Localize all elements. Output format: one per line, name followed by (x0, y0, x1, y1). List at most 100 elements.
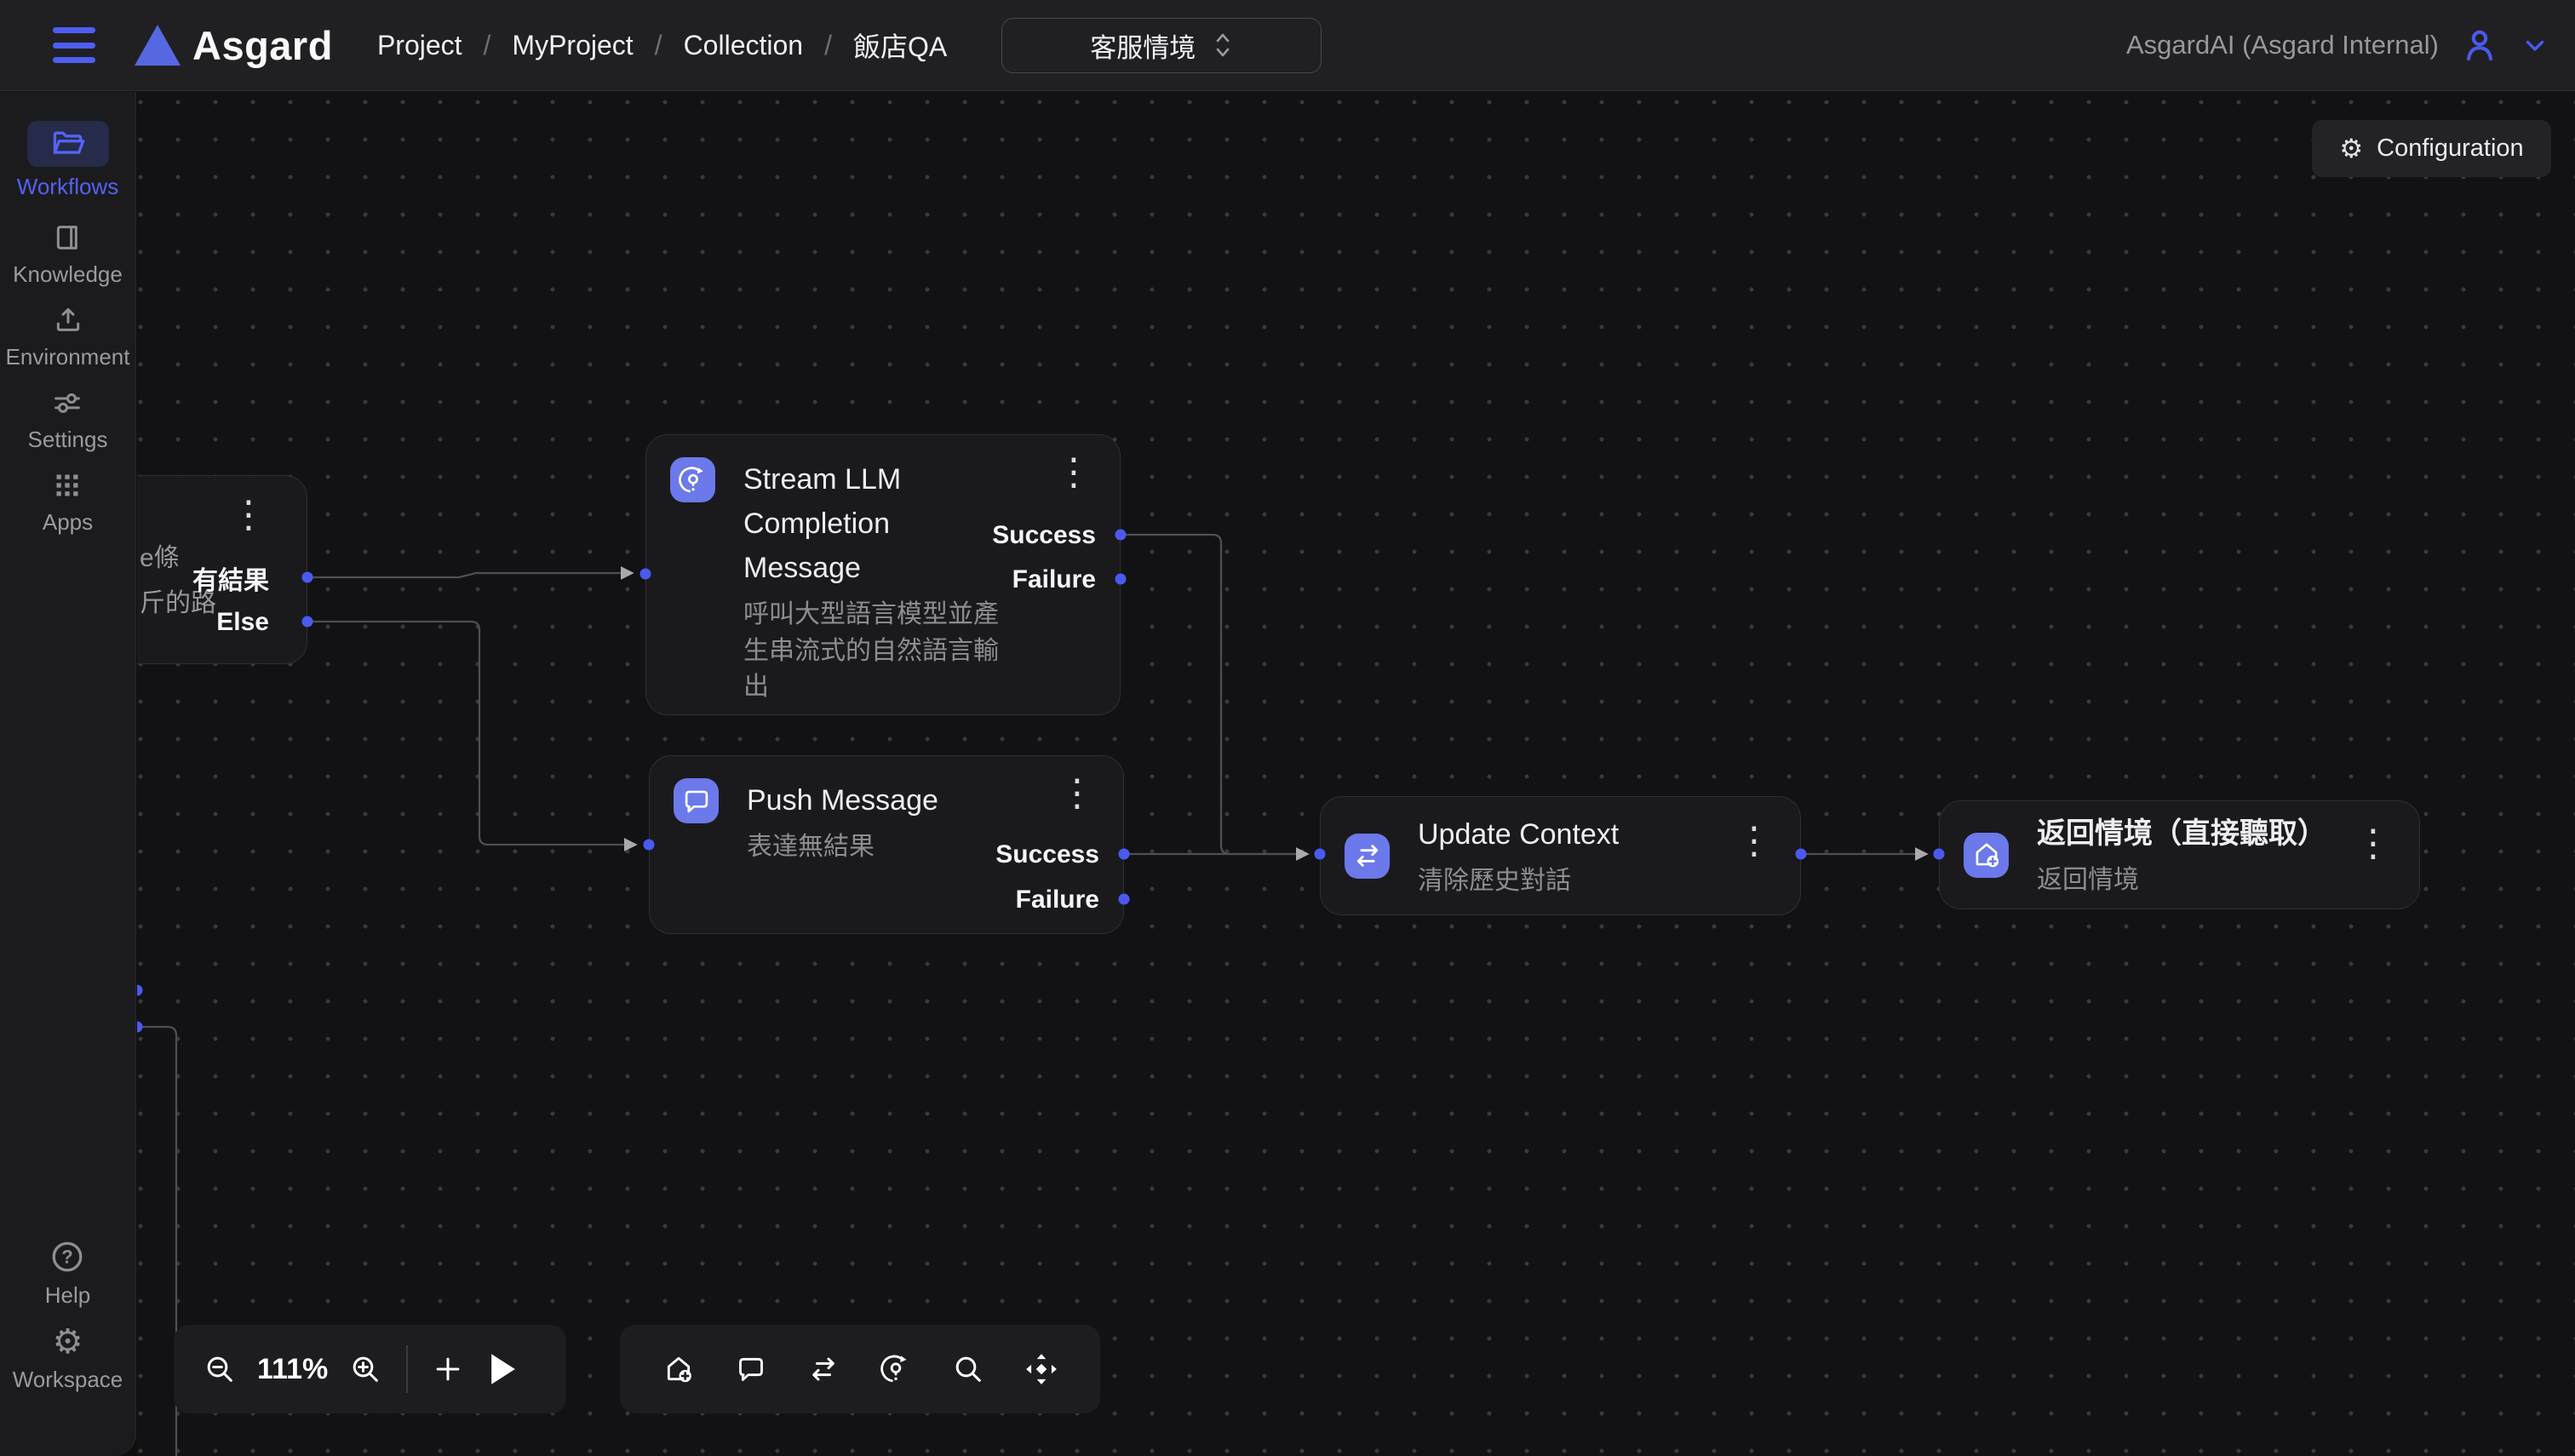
apps-grid-icon (50, 468, 84, 502)
node-output-label: Else (216, 608, 269, 637)
node-stream-llm-completion[interactable]: ⋮ Stream LLM Completion Message 呼叫大型語言模型… (645, 434, 1121, 715)
breadcrumb: Project / MyProject / Collection / 飯店QA (377, 26, 947, 65)
top-bar: Asgard Project / MyProject / Collection … (0, 0, 2575, 91)
sidebar: Workflows Knowledge Environment Settings (0, 92, 136, 1456)
node-title: Push Message (747, 778, 938, 823)
help-icon: ? (49, 1238, 86, 1275)
menu-icon[interactable] (53, 27, 95, 63)
stream-llm-icon (879, 1352, 913, 1386)
user-icon (2459, 25, 2500, 66)
node-description: 返回情境 (2037, 863, 2326, 899)
node-output-label: Failure (1012, 565, 1096, 594)
account-menu[interactable]: AsgardAI (Asgard Internal) (2126, 25, 2549, 66)
toolbar-divider (406, 1345, 408, 1393)
sidebar-footer: ? Help ⚙ Workspace (13, 1238, 123, 1408)
scenario-selector-value: 客服情境 (1090, 26, 1196, 65)
gear-icon: ⚙ (53, 1324, 83, 1360)
breadcrumb-separator: / (824, 30, 832, 61)
edges-layer (137, 92, 2575, 1456)
zoom-toolbar: 111% (174, 1325, 566, 1413)
kebab-menu-icon[interactable]: ⋮ (1058, 775, 1096, 812)
node-update-context[interactable]: ⋮ Update Context 清除歷史對話 (1320, 796, 1801, 915)
account-label: AsgardAI (Asgard Internal) (2126, 30, 2439, 60)
brand-name: Asgard (192, 22, 333, 69)
sidebar-item-help[interactable]: ? Help (45, 1238, 90, 1309)
node-output-label: Success (992, 521, 1096, 550)
svg-text:?: ? (62, 1247, 73, 1268)
node-description: 清除歷史對話 (1418, 863, 1619, 900)
breadcrumb-separator: / (655, 30, 662, 61)
node-condition[interactable]: ⋮ e條 斤的路 有結果 Else (137, 475, 307, 664)
node-output-label: 有結果 (192, 559, 269, 597)
breadcrumb-project[interactable]: Project (377, 30, 462, 61)
sidebar-item-apps[interactable]: Apps (43, 468, 93, 536)
sidebar-item-label: Workflows (17, 174, 118, 200)
port[interactable] (137, 1022, 143, 1033)
sidebar-item-label: Environment (6, 344, 130, 370)
sidebar-item-label: Settings (28, 427, 108, 453)
scenario-selector-dropdown[interactable]: 客服情境 (1001, 18, 1322, 73)
zoom-in-icon (348, 1352, 382, 1386)
sidebar-item-workflows[interactable]: Workflows (17, 121, 118, 200)
node-title: 返回情境（直接聽取） (2037, 811, 2326, 856)
palette-stream-llm-button[interactable] (879, 1352, 913, 1386)
canvas-search-button[interactable] (951, 1352, 985, 1386)
brand-logo[interactable]: Asgard (135, 22, 333, 69)
sidebar-item-label: Workspace (13, 1367, 123, 1393)
edge (1121, 535, 1307, 854)
node-output-label: Success (995, 840, 1099, 869)
upload-icon (51, 303, 85, 337)
palette-update-context-button[interactable] (806, 1352, 840, 1386)
swap-arrows-icon (1345, 834, 1390, 879)
chevron-up-down-icon (1213, 31, 1233, 60)
folder-open-icon (49, 125, 87, 163)
move-icon (1024, 1351, 1059, 1387)
zoom-out-button[interactable] (203, 1352, 237, 1386)
chat-bubble-icon (674, 778, 719, 823)
run-workflow-button[interactable] (488, 1352, 519, 1386)
chat-bubble-icon (734, 1352, 768, 1386)
sidebar-item-knowledge[interactable]: Knowledge (13, 221, 123, 288)
kebab-menu-icon[interactable]: ⋮ (2354, 825, 2392, 863)
play-icon (488, 1352, 519, 1386)
breadcrumb-myproject[interactable]: MyProject (512, 30, 633, 61)
node-description: 表達無結果 (747, 829, 938, 866)
node-palette-toolbar (620, 1325, 1100, 1413)
chevron-down-icon[interactable] (2521, 31, 2549, 60)
palette-push-message-button[interactable] (734, 1352, 768, 1386)
sliders-icon (50, 386, 84, 420)
kebab-menu-icon[interactable]: ⋮ (1735, 823, 1773, 860)
stream-llm-icon (670, 457, 715, 502)
workflow-canvas[interactable]: ⋮ e條 斤的路 有結果 Else ⋮ Stream LLM Completio… (137, 92, 2575, 1456)
edge (307, 573, 632, 577)
active-item-highlight (27, 121, 109, 167)
node-description: 呼叫大型語言模型並產生串流式的自然語言輸出 (743, 597, 1009, 706)
breadcrumb-workflow-name[interactable]: 飯店QA (853, 26, 947, 65)
zoom-in-button[interactable] (348, 1352, 382, 1386)
add-node-button[interactable] (432, 1353, 464, 1385)
sidebar-item-workspace[interactable]: ⚙ Workspace (13, 1324, 123, 1393)
kebab-menu-icon[interactable]: ⋮ (230, 496, 267, 534)
search-icon (951, 1352, 985, 1386)
sidebar-item-label: Knowledge (13, 261, 123, 288)
palette-return-context-button[interactable] (662, 1352, 696, 1386)
port[interactable] (137, 985, 143, 996)
sidebar-item-settings[interactable]: Settings (28, 386, 108, 453)
configuration-button[interactable]: ⚙ Configuration (2312, 120, 2551, 177)
pan-move-button[interactable] (1024, 1351, 1059, 1387)
plus-icon (432, 1353, 464, 1385)
sidebar-item-label: Apps (43, 509, 93, 536)
breadcrumb-separator: / (484, 30, 491, 61)
node-return-context[interactable]: ⋮ 返回情境（直接聽取） 返回情境 (1939, 800, 2420, 909)
swap-arrows-icon (806, 1352, 840, 1386)
zoom-out-icon (203, 1352, 237, 1386)
node-title: Update Context (1418, 812, 1619, 857)
kebab-menu-icon[interactable]: ⋮ (1055, 454, 1093, 491)
book-icon (51, 221, 85, 255)
node-output-label: Failure (1016, 886, 1099, 914)
node-push-message[interactable]: ⋮ Push Message 表達無結果 Success Failure (649, 755, 1124, 934)
sidebar-item-environment[interactable]: Environment (6, 303, 130, 370)
sidebar-item-label: Help (45, 1282, 90, 1309)
breadcrumb-collection[interactable]: Collection (684, 30, 804, 61)
home-plus-icon (1964, 833, 2009, 878)
